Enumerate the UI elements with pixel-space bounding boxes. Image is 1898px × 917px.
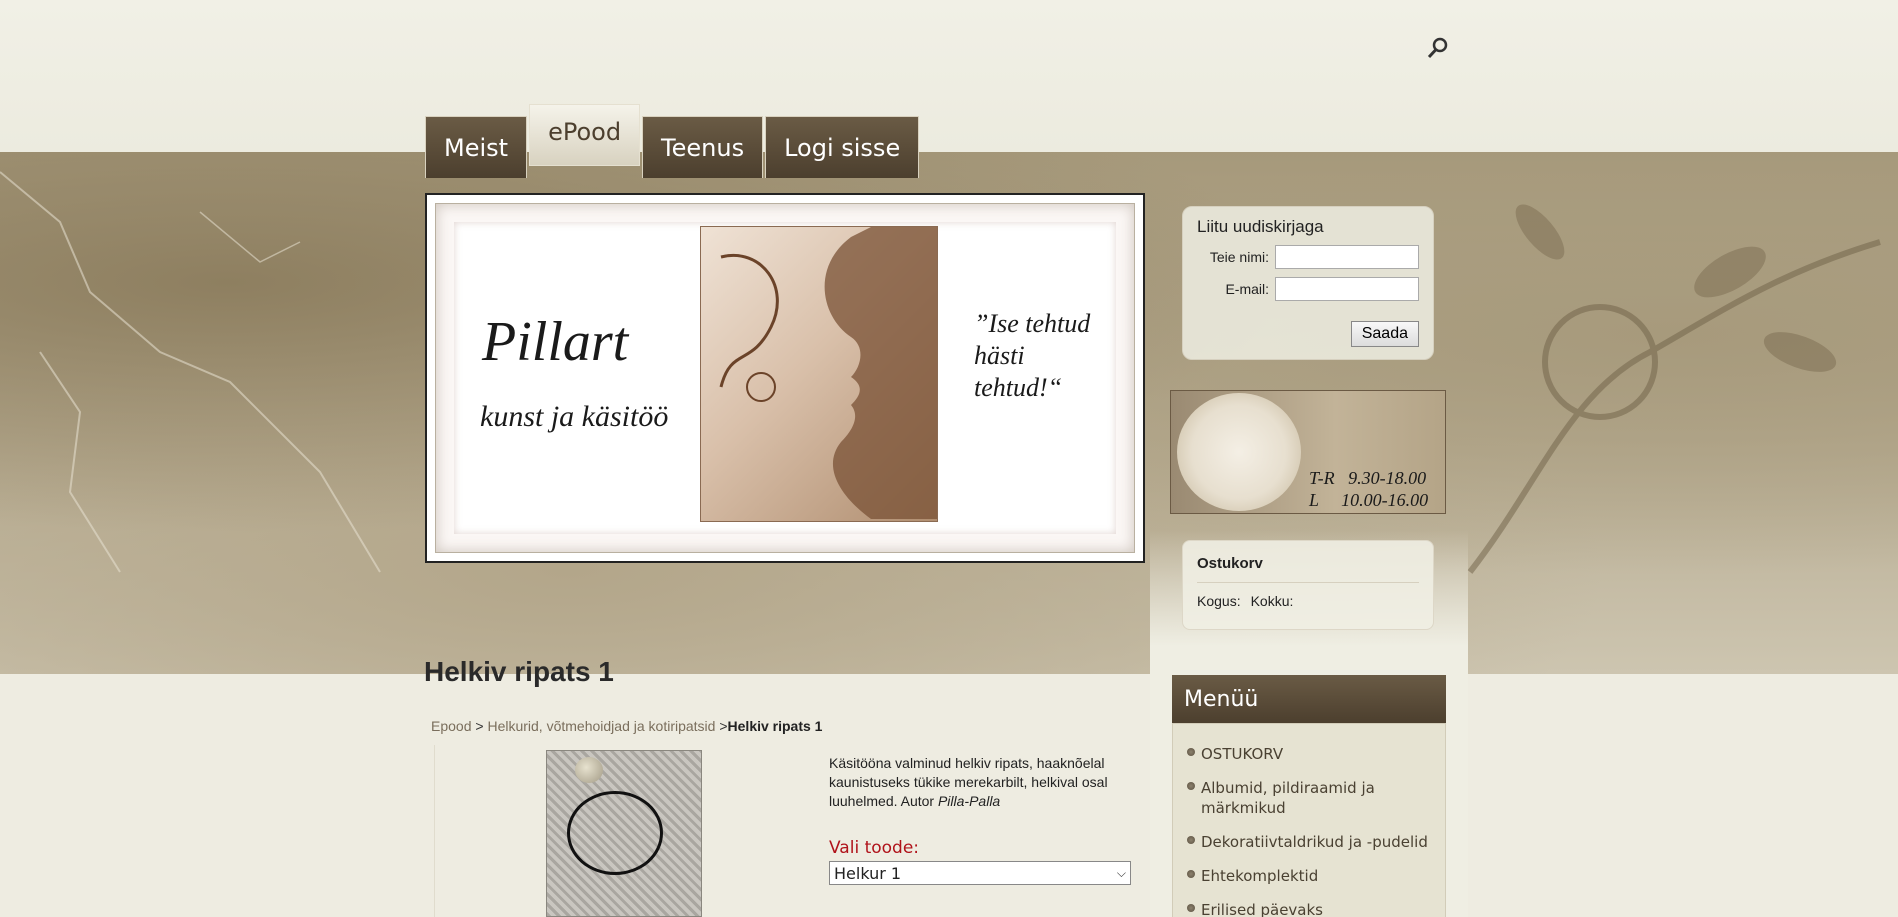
bullet-icon: [1187, 904, 1195, 912]
menu-item-albumid[interactable]: Albumid, pildiraamid ja märkmikud: [1187, 778, 1431, 818]
page-title: Helkiv ripats 1: [424, 656, 614, 687]
choose-product-label: Vali toode:: [829, 838, 920, 858]
cart-box: Ostukorv Kogus: Kokku:: [1182, 540, 1434, 630]
menu-item-label: OSTUKORV: [1201, 745, 1284, 763]
name-label: Teie nimi:: [1209, 249, 1269, 265]
menu-title: Menüü: [1172, 675, 1446, 723]
menu-item-label: Albumid, pildiraamid ja märkmikud: [1201, 779, 1375, 817]
menu-item-label: Ehtekomplektid: [1201, 867, 1319, 885]
banner-frame: Pillart kunst ja käsitöö ”Ise tehtud häs…: [435, 203, 1135, 553]
email-label: E-mail:: [1225, 281, 1269, 297]
name-row: Teie nimi:: [1197, 245, 1419, 269]
tab-epood[interactable]: ePood: [529, 104, 641, 166]
bullet-icon: [1187, 782, 1195, 790]
author-name: Pilla-Palla: [937, 793, 1001, 809]
email-row: E-mail:: [1197, 277, 1419, 301]
product-select[interactable]: Helkur 1 ⌵: [829, 861, 1131, 885]
tab-teenus[interactable]: Teenus: [642, 116, 764, 178]
hours-saturday: L 10.00-16.00: [1309, 490, 1429, 510]
breadcrumb-sep: >: [471, 718, 488, 734]
menu-item-ehtekomplektid[interactable]: Ehtekomplektid: [1187, 866, 1431, 886]
bullet-icon: [1187, 836, 1195, 844]
brand-subtitle: kunst ja käsitöö: [480, 400, 669, 433]
breadcrumb-category[interactable]: Helkurid, võtmehoidjad ja kotiripatsid: [487, 718, 715, 734]
main-nav: Meist ePood Teenus Logi sisse: [425, 102, 920, 178]
tab-logi-sisse[interactable]: Logi sisse: [765, 116, 920, 178]
cart-summary: Kogus: Kokku:: [1197, 593, 1419, 609]
newsletter-submit-button[interactable]: Saada: [1350, 321, 1419, 347]
face-profile-icon: [719, 227, 937, 519]
cart-qty-label: Kogus:: [1197, 593, 1241, 609]
chevron-down-icon: ⌵: [1116, 865, 1126, 880]
breadcrumb: Epood > Helkurid, võtmehoidjad ja kotiri…: [431, 718, 822, 734]
search-icon[interactable]: [1426, 36, 1450, 60]
cart-total-label: Kokku:: [1250, 593, 1294, 609]
banner-art: Pillart kunst ja käsitöö ”Ise tehtud häs…: [454, 222, 1116, 534]
menu-item-label: Dekoratiivtaldrikud ja -pudelid: [1201, 833, 1428, 851]
menu-item-dekoratiiv[interactable]: Dekoratiivtaldrikud ja -pudelid: [1187, 832, 1431, 852]
product-description: Käsitööna valminud helkiv ripats, haaknõ…: [829, 754, 1129, 811]
menu-item-label: Erilised päevaks: [1201, 901, 1323, 917]
bullet-icon: [1187, 748, 1195, 756]
newsletter-title: Liitu uudiskirjaga: [1197, 217, 1324, 236]
pendant-bead: [575, 757, 603, 783]
hours-weekdays: T-R 9.30-18.00: [1309, 468, 1427, 488]
breadcrumb-current: Helkiv ripats 1: [727, 718, 823, 734]
bullet-icon: [1187, 870, 1195, 878]
menu-item-ostukorv[interactable]: OSTUKORV: [1187, 744, 1431, 764]
brand-logo-text: Pillart: [482, 311, 629, 373]
banner: Pillart kunst ja käsitöö ”Ise tehtud häs…: [425, 193, 1145, 563]
crack-texture: [0, 171, 381, 573]
selected-option: Helkur 1: [834, 863, 902, 883]
banner-slogan: ”Ise tehtud hästi tehtud!“: [974, 309, 1091, 402]
category-menu: OSTUKORV Albumid, pildiraamid ja märkmik…: [1172, 723, 1446, 917]
breadcrumb-epood[interactable]: Epood: [431, 718, 471, 734]
face-illustration: [700, 226, 938, 522]
vine-ornament: [1467, 204, 1881, 574]
breadcrumb-sep: >: [715, 718, 728, 734]
opening-hours-image: T-R 9.30-18.00 L 10.00-16.00: [1170, 390, 1446, 514]
menu-item-erilised[interactable]: Erilised päevaks: [1187, 900, 1431, 917]
doily-clock-icon: [1177, 393, 1301, 511]
tab-meist[interactable]: Meist: [425, 116, 528, 178]
pendant-cord: [567, 791, 663, 875]
name-field[interactable]: [1275, 245, 1419, 269]
product-image[interactable]: [546, 750, 702, 917]
newsletter-box: Liitu uudiskirjaga Teie nimi: E-mail: Sa…: [1182, 206, 1434, 360]
cart-title: Ostukorv: [1197, 555, 1419, 583]
top-background: [0, 0, 1898, 152]
email-field[interactable]: [1275, 277, 1419, 301]
opening-hours: T-R 9.30-18.00 L 10.00-16.00: [1309, 467, 1428, 511]
